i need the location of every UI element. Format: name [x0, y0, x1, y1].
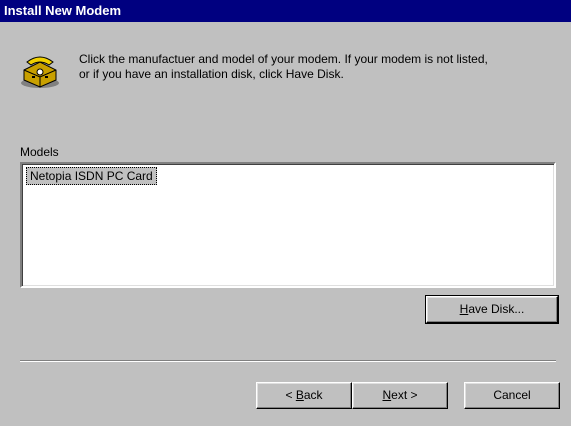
modem-phone-icon: [21, 56, 59, 88]
cancel-button[interactable]: Cancel: [464, 382, 560, 409]
models-label: Models: [20, 145, 59, 159]
separator-line: [20, 360, 556, 362]
back-button[interactable]: < Back: [256, 382, 352, 409]
next-mnemonic: N: [382, 388, 392, 402]
window-title: Install New Modem: [4, 3, 122, 18]
models-listbox[interactable]: Netopia ISDN PC Card: [20, 162, 556, 288]
title-bar[interactable]: Install New Modem: [0, 0, 571, 22]
install-new-modem-dialog: Install New Modem Click the manufactuer …: [0, 0, 571, 426]
back-prefix: <: [285, 388, 296, 402]
instructions-text: Click the manufactuer and model of your …: [79, 52, 488, 81]
model-list-item[interactable]: Netopia ISDN PC Card: [26, 167, 157, 185]
cancel-label: Cancel: [493, 388, 531, 402]
have-disk-label: ave Disk...: [468, 302, 525, 316]
back-mnemonic: B: [295, 388, 304, 402]
back-label: ack: [303, 388, 323, 402]
next-button[interactable]: Next >: [352, 382, 448, 409]
next-label: ext >: [391, 388, 418, 402]
have-disk-button[interactable]: Have Disk...: [425, 295, 559, 324]
